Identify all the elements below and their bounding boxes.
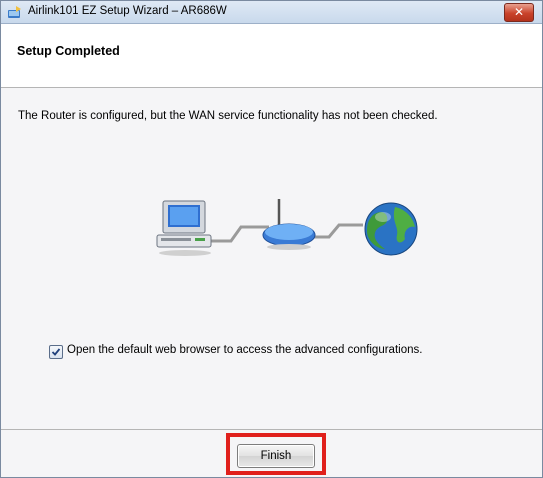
router-icon: [262, 199, 316, 250]
finish-button[interactable]: Finish: [237, 444, 315, 468]
cable-right: [309, 223, 363, 239]
app-icon: [7, 4, 23, 20]
page-title: Setup Completed: [17, 44, 120, 58]
title-bar: Airlink101 EZ Setup Wizard – AR686W ✕: [1, 1, 542, 24]
setup-wizard-window: Airlink101 EZ Setup Wizard – AR686W ✕ Se…: [0, 0, 543, 478]
open-browser-checkbox[interactable]: [49, 345, 63, 359]
status-message: The Router is configured, but the WAN se…: [18, 110, 438, 122]
open-browser-label[interactable]: Open the default web browser to access t…: [67, 344, 422, 356]
window-title: Airlink101 EZ Setup Wizard – AR686W: [28, 5, 227, 17]
globe-icon: [364, 202, 418, 256]
computer-icon: [156, 200, 212, 256]
footer-divider: [1, 429, 542, 430]
close-icon: ✕: [513, 5, 525, 19]
wizard-header: Setup Completed: [1, 24, 542, 88]
close-button[interactable]: ✕: [504, 3, 534, 22]
network-illustration: [151, 191, 421, 275]
cable-left: [211, 225, 269, 243]
checkmark-icon: [51, 348, 61, 356]
